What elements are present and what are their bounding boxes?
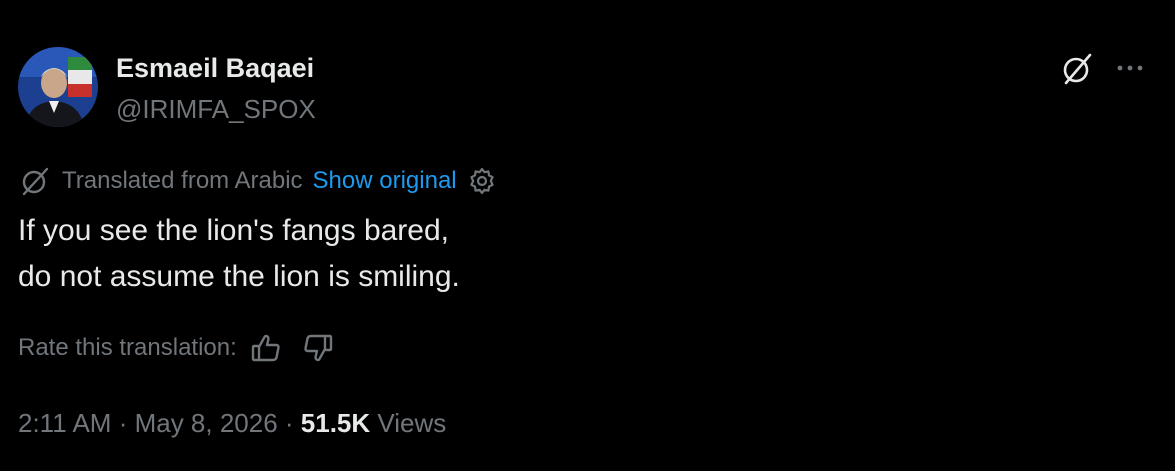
thumbs-up-icon[interactable] xyxy=(249,331,283,365)
meta-separator: · xyxy=(111,408,135,438)
rate-translation-bar: Rate this translation: xyxy=(18,330,335,366)
views-count: 51.5K xyxy=(300,408,371,438)
author-display-name[interactable]: Esmaeil Baqaei xyxy=(116,53,314,84)
tweet-text: If you see the lion's fangs bared, do no… xyxy=(18,208,460,300)
tweet-text-line: If you see the lion's fangs bared, xyxy=(18,214,450,247)
tweet-date[interactable]: May 8, 2026 xyxy=(135,408,278,438)
grok-icon xyxy=(1063,53,1092,85)
tweet-text-line: do not assume the lion is smiling. xyxy=(18,260,460,293)
gear-icon[interactable] xyxy=(467,166,497,196)
tweet-time[interactable]: 2:11 AM xyxy=(18,408,111,438)
views-label: Views xyxy=(377,408,447,438)
avatar[interactable] xyxy=(18,47,98,127)
more-options-button[interactable] xyxy=(1112,57,1148,79)
grok-button[interactable] xyxy=(1058,50,1096,88)
author-handle[interactable]: @IRIMFA_SPOX xyxy=(116,94,316,125)
meta-separator: · xyxy=(277,408,301,438)
show-original-link[interactable]: Show original xyxy=(313,167,457,195)
thumbs-down-icon[interactable] xyxy=(301,331,335,365)
avatar-image xyxy=(18,47,98,127)
translated-from-label: Translated from Arabic xyxy=(62,167,303,194)
more-icon xyxy=(1117,65,1143,71)
tweet-meta: 2:11 AM · May 8, 2026 · 51.5K Views xyxy=(18,408,446,439)
translate-icon xyxy=(22,167,49,196)
translation-bar: Translated from Arabic Show original xyxy=(18,164,497,198)
rate-translation-label: Rate this translation: xyxy=(18,334,237,361)
